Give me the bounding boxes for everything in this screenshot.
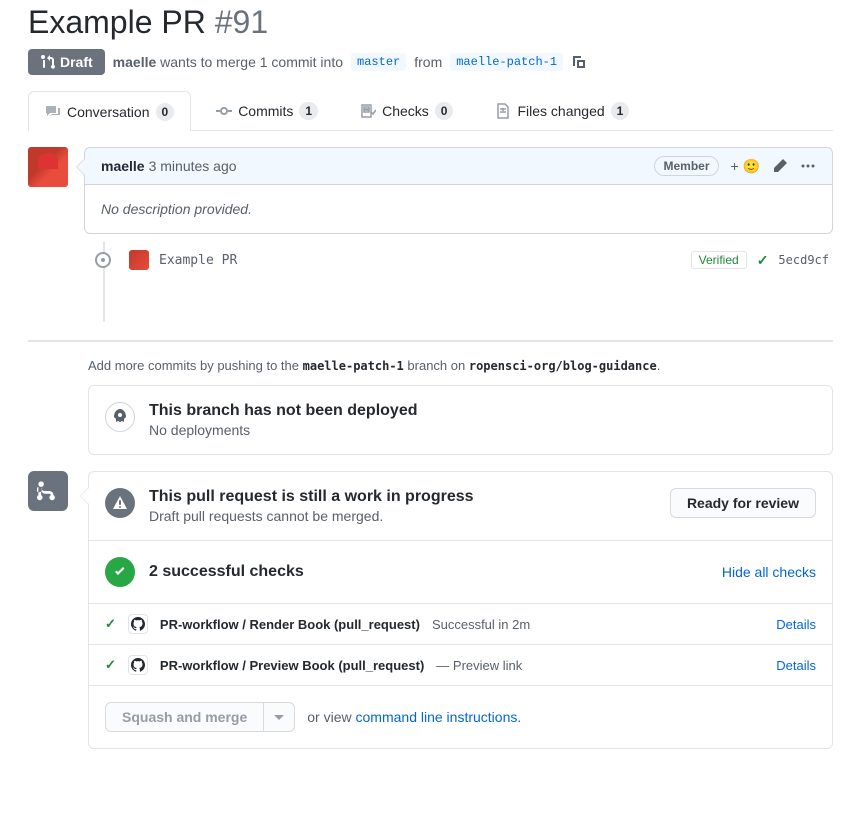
pr-number: #91 <box>215 4 268 40</box>
comment-author[interactable]: maelle <box>101 158 145 174</box>
deploy-panel: This branch has not been deployed No dep… <box>88 385 833 455</box>
deploy-title: This branch has not been deployed <box>149 402 417 420</box>
check-status: — Preview link <box>436 658 522 673</box>
verified-badge[interactable]: Verified <box>691 251 747 269</box>
pr-tabs: Conversation 0 Commits 1 Checks 0 Files … <box>28 91 833 131</box>
check-details-link[interactable]: Details <box>776 658 816 673</box>
pr-title: Example PR #91 <box>28 0 833 41</box>
author-avatar[interactable] <box>28 147 68 187</box>
check-name[interactable]: PR-workflow / Preview Book (pull_request… <box>160 658 424 673</box>
pr-author[interactable]: maelle <box>113 54 157 70</box>
wip-sub: Draft pull requests cannot be merged. <box>149 508 474 524</box>
git-commit-icon <box>216 103 232 119</box>
tab-checks[interactable]: Checks 0 <box>343 91 470 130</box>
wip-title: This pull request is still a work in pro… <box>149 488 474 506</box>
github-actions-icon <box>128 614 148 634</box>
hide-checks-link[interactable]: Hide all checks <box>722 564 816 580</box>
state-badge: Draft <box>28 49 105 75</box>
merge-status-icon <box>28 471 68 511</box>
check-item: ✓ PR-workflow / Render Book (pull_reques… <box>89 603 832 644</box>
commit-message[interactable]: Example PR <box>159 253 237 268</box>
squash-merge-button[interactable]: Squash and merge <box>105 702 264 732</box>
success-icon <box>105 557 135 587</box>
rocket-icon <box>105 402 135 432</box>
check-pass-icon: ✓ <box>105 657 116 673</box>
git-pull-request-icon <box>40 54 56 70</box>
member-badge: Member <box>654 156 718 176</box>
copy-branch-icon[interactable] <box>571 54 587 70</box>
deploy-sub: No deployments <box>149 422 417 438</box>
check-name[interactable]: PR-workflow / Render Book (pull_request) <box>160 617 420 632</box>
merge-panel: This pull request is still a work in pro… <box>88 471 833 749</box>
check-item: ✓ PR-workflow / Preview Book (pull_reque… <box>89 644 832 685</box>
ready-for-review-button[interactable]: Ready for review <box>670 488 816 518</box>
checks-title: 2 successful checks <box>149 563 304 581</box>
tab-files[interactable]: Files changed 1 <box>478 91 646 130</box>
base-branch[interactable]: master <box>351 53 406 71</box>
check-status: Successful in 2m <box>432 617 530 632</box>
comment-discussion-icon <box>45 104 61 120</box>
triangle-down-icon <box>274 712 284 722</box>
commit-sha[interactable]: 5ecd9cf <box>778 253 829 267</box>
merge-footer: Squash and merge or view command line in… <box>89 685 832 748</box>
merge-method-dropdown[interactable] <box>264 702 295 732</box>
commit-dot-icon <box>95 252 111 268</box>
add-reaction-button[interactable]: + 🙂 <box>731 158 761 175</box>
commit-row: Example PR Verified ✓ 5ecd9cf <box>47 242 833 278</box>
pr-title-text: Example PR <box>28 4 206 40</box>
file-diff-icon <box>495 103 511 119</box>
merge-description: maelle wants to merge 1 commit into <box>113 54 343 70</box>
checks-count: 0 <box>435 102 454 120</box>
commit-author-avatar[interactable] <box>129 250 149 270</box>
commits-count: 1 <box>299 102 318 120</box>
comment-menu-button[interactable] <box>800 158 816 174</box>
head-branch[interactable]: maelle-patch-1 <box>450 53 563 71</box>
status-check-icon[interactable]: ✓ <box>757 252 769 269</box>
comment-body: No description provided. <box>85 185 832 233</box>
github-actions-icon <box>128 655 148 675</box>
check-pass-icon: ✓ <box>105 616 116 632</box>
pr-meta: Draft maelle wants to merge 1 commit int… <box>28 49 833 75</box>
state-label: Draft <box>60 54 93 70</box>
edit-comment-button[interactable] <box>772 158 788 174</box>
cli-instructions-link[interactable]: command line instructions <box>356 709 518 725</box>
files-count: 1 <box>611 102 630 120</box>
check-details-link[interactable]: Details <box>776 617 816 632</box>
checklist-icon <box>360 103 376 119</box>
divider <box>28 340 833 342</box>
conversation-count: 0 <box>156 103 175 121</box>
push-hint: Add more commits by pushing to the maell… <box>88 358 833 373</box>
comment-time[interactable]: 3 minutes ago <box>149 158 237 174</box>
tab-conversation[interactable]: Conversation 0 <box>28 91 191 131</box>
tab-commits[interactable]: Commits 1 <box>199 91 335 130</box>
pr-description-box: maelle 3 minutes ago Member + 🙂 No descr… <box>84 147 833 234</box>
warning-icon <box>105 488 135 518</box>
